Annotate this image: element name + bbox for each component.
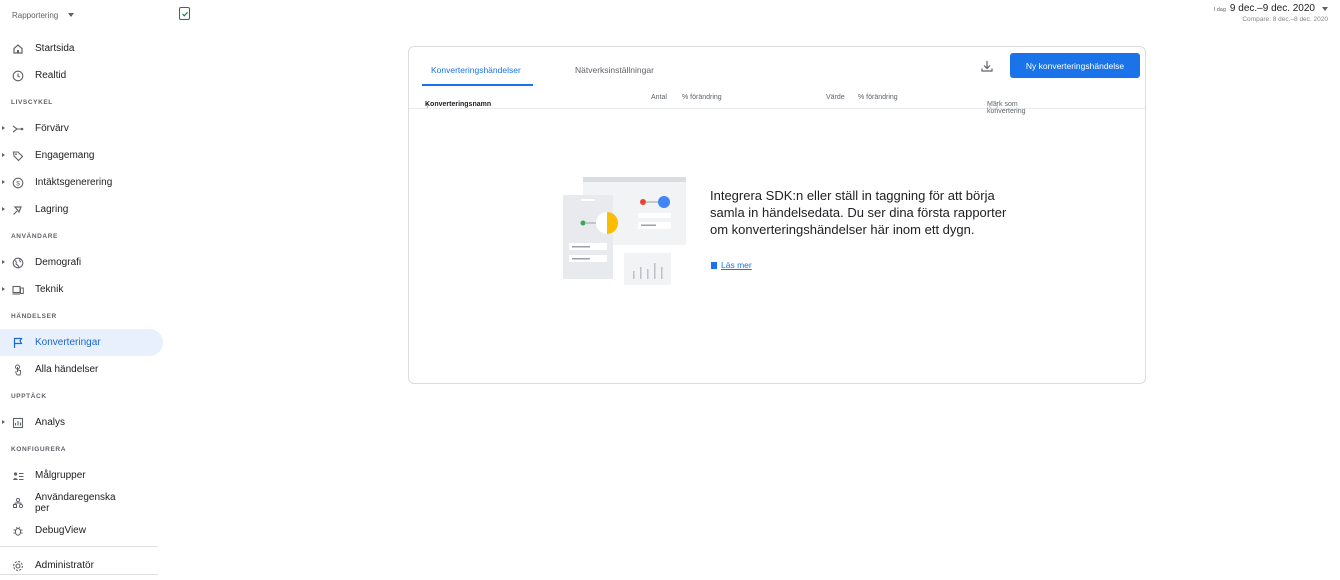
tab-konverteringshandelser[interactable]: Konverteringshändelser xyxy=(431,65,521,75)
new-conversion-button[interactable]: Ny konverteringshändelse xyxy=(1010,53,1140,78)
sidebar-item-engagemang[interactable]: Engagemang xyxy=(0,142,165,169)
gear-icon xyxy=(11,559,25,573)
sidebar-item-alla-handelser[interactable]: Alla händelser xyxy=(0,356,165,383)
tag-icon xyxy=(11,149,25,163)
property-selector[interactable]: Rapportering xyxy=(12,10,75,20)
expand-arrow-icon[interactable] xyxy=(2,260,5,264)
sidebar-item-intaktsgenerering[interactable]: $ Intäktsgenerering xyxy=(0,169,165,196)
acquisition-icon xyxy=(11,122,25,136)
sidebar-item-startsida[interactable]: Startsida xyxy=(0,35,165,62)
expand-arrow-icon[interactable] xyxy=(2,180,5,184)
sidebar-item-demografi[interactable]: Demografi xyxy=(0,249,165,276)
sidebar-item-label: Alla händelser xyxy=(35,364,99,375)
section-konfigurera: KONFIGURERA xyxy=(11,445,66,453)
column-value[interactable]: Värde xyxy=(826,94,845,101)
sidebar-item-teknik[interactable]: Teknik xyxy=(0,276,165,303)
section-livscykel: LIVSCYKEL xyxy=(11,98,53,106)
document-icon xyxy=(711,261,717,269)
sidebar-item-label: Demografi xyxy=(35,257,82,268)
globe-icon xyxy=(11,256,25,270)
section-upptack: UPPTÄCK xyxy=(11,392,47,400)
sidebar-item-realtid[interactable]: Realtid xyxy=(0,62,165,89)
audience-icon xyxy=(11,469,25,483)
flag-icon xyxy=(11,336,25,350)
property-label: Rapportering xyxy=(12,10,59,20)
touch-icon xyxy=(11,363,25,377)
chevron-down-icon xyxy=(1322,7,1328,11)
devices-icon xyxy=(11,283,25,297)
analysis-icon xyxy=(11,416,25,430)
dollar-icon: $ xyxy=(11,176,25,190)
column-count[interactable]: Antal xyxy=(651,94,667,101)
properties-icon xyxy=(11,496,25,510)
sidebar-item-label: Realtid xyxy=(35,70,67,81)
compare-range: Compare: 8 dec.–8 dec. 2020 xyxy=(1242,16,1328,23)
sidebar-item-anvandaregenskaper[interactable]: Användaregenska per xyxy=(0,489,165,517)
sidebar-item-label: Analys xyxy=(35,417,66,428)
today-label: I dag xyxy=(1213,7,1226,13)
sidebar-item-malgrupper[interactable]: Målgrupper xyxy=(0,462,165,489)
learn-more-link[interactable]: Läs mer xyxy=(711,260,752,270)
expand-arrow-icon[interactable] xyxy=(2,287,5,291)
sidebar: Rapportering Startsida Realtid LIVSCYKEL xyxy=(0,0,165,580)
expand-arrow-icon[interactable] xyxy=(2,153,5,157)
svg-text:$: $ xyxy=(16,180,20,187)
document-check-icon[interactable] xyxy=(179,7,190,20)
sidebar-item-label: Startsida xyxy=(35,43,75,54)
clock-icon xyxy=(11,69,25,83)
sidebar-item-label: DebugView xyxy=(35,525,86,536)
sidebar-item-label: Målgrupper xyxy=(35,470,86,481)
divider xyxy=(0,574,158,575)
sidebar-item-label: Lagring xyxy=(35,204,69,215)
bug-icon xyxy=(11,524,25,538)
home-icon xyxy=(11,42,25,56)
expand-arrow-icon[interactable] xyxy=(2,126,5,130)
column-name-label: Konverteringsnamn xyxy=(425,101,492,108)
column-value-change[interactable]: % förändring xyxy=(858,94,898,101)
tab-bar: Konverteringshändelser Nätverksinställni… xyxy=(409,47,1145,87)
sort-arrow-up-icon: ↑ xyxy=(425,101,429,110)
date-range-selector[interactable]: I dag 9 dec.–9 dec. 2020 Compare: 8 dec.… xyxy=(1214,3,1328,23)
expand-arrow-icon[interactable] xyxy=(2,207,5,211)
date-range: 9 dec.–9 dec. 2020 xyxy=(1229,3,1315,14)
chevron-down-icon xyxy=(68,13,75,17)
sidebar-item-konverteringar[interactable]: Konverteringar xyxy=(0,329,163,356)
retention-icon xyxy=(11,203,25,217)
sidebar-item-label: Intäktsgenerering xyxy=(35,177,113,188)
section-handelser: HÄNDELSER xyxy=(11,312,57,320)
expand-arrow-icon[interactable] xyxy=(2,420,5,424)
tab-natverksinstallningar[interactable]: Nätverksinställningar xyxy=(575,65,654,75)
sidebar-item-label: Administratör xyxy=(35,560,94,571)
sidebar-item-label: Teknik xyxy=(35,284,64,295)
conversions-card: Konverteringshändelser Nätverksinställni… xyxy=(408,46,1146,384)
help-icon[interactable]: ? xyxy=(989,101,998,110)
column-count-change[interactable]: % förändring xyxy=(682,94,722,101)
download-icon[interactable] xyxy=(980,59,994,73)
sidebar-item-lagring[interactable]: Lagring xyxy=(0,196,165,223)
sidebar-item-forvarv[interactable]: Förvärv xyxy=(0,115,165,142)
sidebar-item-label: Användaregenska per xyxy=(35,492,116,514)
divider xyxy=(0,546,158,547)
sidebar-item-label: Engagemang xyxy=(35,150,95,161)
table-header: Konverteringsnamn ↑ Antal % förändring V… xyxy=(409,87,1145,115)
sidebar-item-debugview[interactable]: DebugView xyxy=(0,517,165,544)
learn-more-label: Läs mer xyxy=(721,260,752,270)
empty-state-message: Integrera SDK:n eller ställ in taggning … xyxy=(710,188,1007,237)
empty-state-illustration xyxy=(563,177,686,285)
section-anvandare: ANVÄNDARE xyxy=(11,232,58,240)
sidebar-item-label: Konverteringar xyxy=(35,337,101,348)
sidebar-item-label: Förvärv xyxy=(35,123,69,134)
app-root: Rapportering Startsida Realtid LIVSCYKEL xyxy=(0,0,1340,580)
active-tab-indicator xyxy=(422,84,533,86)
sidebar-nav: Startsida Realtid LIVSCYKEL Förvärv Enga… xyxy=(0,35,165,579)
sidebar-item-analys[interactable]: Analys xyxy=(0,409,165,436)
